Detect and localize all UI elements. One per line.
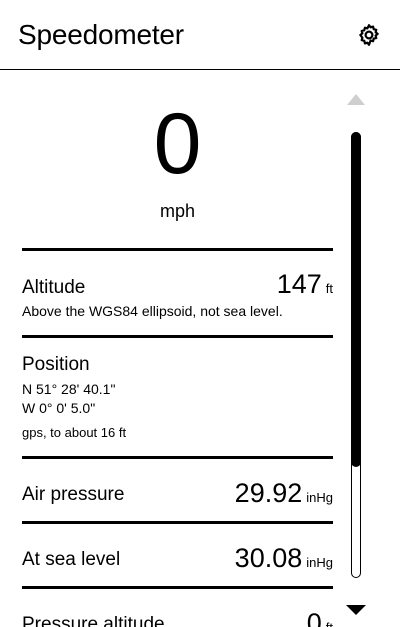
position-accuracy: gps, to about 16 ft bbox=[22, 425, 127, 440]
air-pressure-row: Air pressure 29.92 inHg bbox=[22, 459, 333, 524]
sea-level-number: 30.08 bbox=[234, 543, 303, 573]
position-label: Position bbox=[22, 354, 90, 375]
pressure-altitude-row: Pressure altitude 0 ft bbox=[22, 589, 333, 627]
speedometer-app: Speedometer 0 mph Altitude 147 ft Above t… bbox=[0, 0, 400, 627]
altitude-label: Altitude bbox=[22, 277, 86, 298]
air-pressure-value: 29.92 inHg bbox=[235, 480, 333, 511]
pressure-altitude-unit: ft bbox=[326, 620, 333, 627]
sea-level-value: 30.08 inHg bbox=[235, 545, 333, 576]
altitude-unit: ft bbox=[325, 281, 333, 296]
sea-level-label: At sea level bbox=[22, 549, 121, 570]
gear-icon bbox=[359, 24, 379, 46]
pressure-altitude-value: 0 ft bbox=[307, 610, 333, 627]
air-pressure-number: 29.92 bbox=[234, 478, 303, 508]
settings-button[interactable] bbox=[357, 23, 381, 47]
altitude-value: 147 ft bbox=[277, 271, 333, 302]
air-pressure-label: Air pressure bbox=[22, 484, 125, 505]
altitude-row: Altitude 147 ft Above the WGS84 ellipsoid… bbox=[22, 251, 333, 338]
app-header: Speedometer bbox=[0, 0, 400, 70]
scroll-down-arrow-icon bbox=[346, 605, 366, 615]
readings-list[interactable]: 0 mph Altitude 147 ft Above the WGS84 ell… bbox=[0, 71, 400, 627]
longitude-value: W 0° 0' 5.0" bbox=[22, 400, 96, 416]
scrollbar-thumb[interactable] bbox=[350, 131, 361, 467]
pressure-altitude-number: 0 bbox=[306, 608, 322, 627]
scroll-up-button[interactable] bbox=[346, 92, 366, 108]
speed-unit: mph bbox=[159, 201, 195, 221]
scroll-down-button[interactable] bbox=[345, 603, 367, 617]
sea-level-row: At sea level 30.08 inHg bbox=[22, 524, 333, 589]
latitude-value: N 51° 28' 40.1" bbox=[22, 381, 116, 397]
page-title: Speedometer bbox=[18, 19, 184, 50]
altitude-note: Above the WGS84 ellipsoid, not sea level… bbox=[22, 303, 283, 319]
scrollbar-track[interactable] bbox=[350, 131, 361, 578]
position-row: Position N 51° 28' 40.1" W 0° 0' 5.0" gp… bbox=[22, 338, 333, 459]
altitude-number: 147 bbox=[276, 269, 322, 299]
sea-level-unit: inHg bbox=[306, 555, 333, 570]
pressure-altitude-label: Pressure altitude bbox=[22, 614, 165, 627]
speed-value: 0 bbox=[153, 96, 202, 192]
speed-display: 0 mph bbox=[22, 71, 333, 251]
air-pressure-unit: inHg bbox=[306, 490, 333, 505]
scroll-up-arrow-icon bbox=[347, 94, 365, 105]
